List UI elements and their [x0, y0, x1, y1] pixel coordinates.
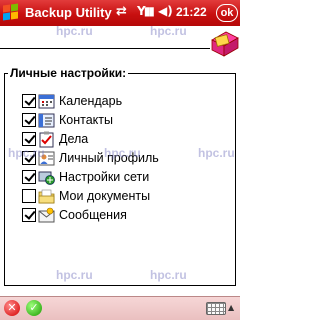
contacts-checkbox[interactable]	[22, 113, 36, 127]
watermark-text: hpc.ru	[8, 146, 45, 160]
my-documents-icon	[38, 189, 55, 204]
list-item-messages[interactable]: Сообщения	[22, 207, 222, 225]
network-settings-checkbox[interactable]	[22, 170, 36, 184]
backup-app-logo-icon	[211, 31, 239, 57]
list-item-network-settings[interactable]: Настройки сети	[22, 169, 222, 187]
messages-icon	[38, 207, 55, 223]
group-title: Личные настройки:	[8, 66, 129, 80]
volume-icon[interactable]: ◀)	[158, 4, 173, 18]
watermark-text: hpc.ru	[56, 24, 93, 38]
close-icon[interactable]: ✕	[4, 300, 20, 316]
start-menu-icon[interactable]	[3, 3, 20, 21]
signal-strength-icon[interactable]: Y▮▮	[137, 4, 155, 18]
clock[interactable]: 21:22	[176, 5, 207, 19]
calendar-checkbox[interactable]	[22, 94, 36, 108]
tasks-checkbox[interactable]	[22, 132, 36, 146]
item-label: Настройки сети	[59, 170, 150, 184]
app-title: Backup Utility	[25, 5, 112, 20]
title-bar: Backup Utility ⇄ Y▮▮ ◀) 21:22 ok	[0, 0, 240, 26]
header-divider	[0, 48, 210, 49]
contacts-icon	[38, 113, 55, 128]
sync-icon[interactable]: ⇄	[116, 4, 127, 19]
network-settings-icon	[38, 171, 55, 185]
item-label: Сообщения	[59, 208, 127, 222]
messages-checkbox[interactable]	[22, 208, 36, 222]
item-label: Дела	[59, 132, 89, 146]
watermark-text: hpc.ru	[198, 146, 235, 160]
item-label: Календарь	[59, 94, 123, 108]
my-documents-checkbox[interactable]	[22, 189, 36, 203]
item-label: Мои документы	[59, 189, 151, 203]
watermark-text: hpc.ru	[150, 268, 187, 282]
ok-button[interactable]: ok	[216, 4, 238, 22]
watermark-text: hpc.ru	[104, 146, 141, 160]
watermark-text: hpc.ru	[56, 268, 93, 282]
bottom-command-bar: ✕ ✓ ▲	[0, 296, 240, 320]
item-label: Контакты	[59, 113, 113, 127]
watermark-text: hpc.ru	[150, 24, 187, 38]
list-item-calendar[interactable]: Календарь	[22, 93, 222, 111]
list-item-contacts[interactable]: Контакты	[22, 112, 222, 130]
list-item-my-documents[interactable]: Мои документы	[22, 188, 222, 206]
chevron-up-icon[interactable]: ▲	[228, 303, 234, 312]
calendar-icon	[38, 94, 55, 109]
keyboard-icon[interactable]	[206, 302, 226, 315]
checkmark-icon[interactable]: ✓	[26, 300, 42, 316]
